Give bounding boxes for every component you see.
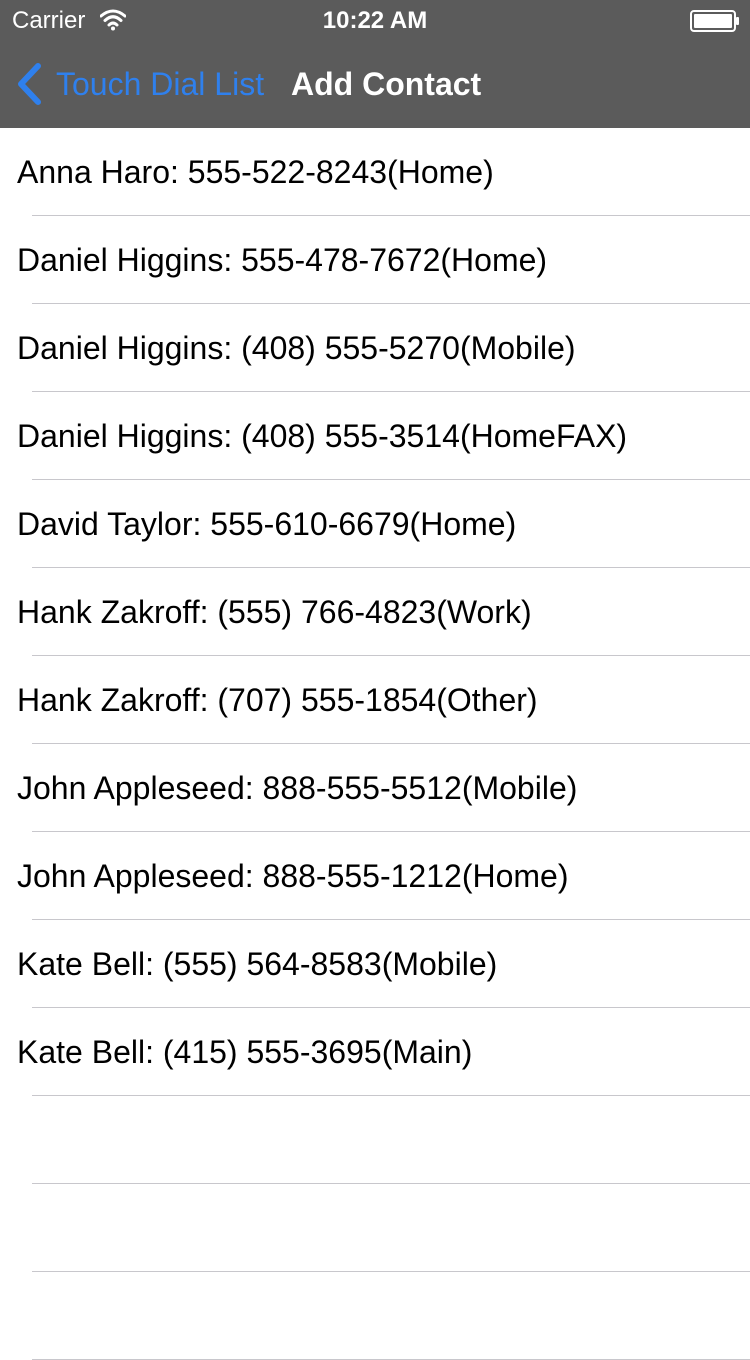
back-button[interactable]: Touch Dial List xyxy=(14,60,264,108)
contact-list: Anna Haro: 555-522-8243(Home) Daniel Hig… xyxy=(0,128,750,1360)
contact-row-label: Anna Haro: 555-522-8243(Home) xyxy=(17,154,494,190)
clock: 10:22 AM xyxy=(322,7,428,34)
contact-row[interactable]: Hank Zakroff: (707) 555-1854(Other) xyxy=(0,656,750,744)
contact-row-label: Kate Bell: (415) 555-3695(Main) xyxy=(17,1034,473,1070)
battery-icon xyxy=(690,10,739,32)
page-title: Add Contact xyxy=(291,66,482,102)
contact-row[interactable]: Anna Haro: 555-522-8243(Home) xyxy=(0,128,750,216)
contact-row-label: Daniel Higgins: (408) 555-5270(Mobile) xyxy=(17,330,576,366)
contact-row[interactable]: Kate Bell: (415) 555-3695(Main) xyxy=(0,1008,750,1096)
chevron-left-icon xyxy=(18,63,41,105)
contact-row-label: David Taylor: 555-610-6679(Home) xyxy=(17,506,517,542)
back-button-label: Touch Dial List xyxy=(56,66,265,102)
contact-row[interactable]: Kate Bell: (555) 564-8583(Mobile) xyxy=(0,920,750,1008)
contact-row[interactable]: Hank Zakroff: (555) 766-4823(Work) xyxy=(0,568,750,656)
empty-row xyxy=(0,1272,750,1360)
navigation-bar: Touch Dial List Add Contact xyxy=(0,40,750,128)
contact-row-label: Hank Zakroff: (707) 555-1854(Other) xyxy=(17,682,538,718)
contact-row[interactable]: John Appleseed: 888-555-1212(Home) xyxy=(0,832,750,920)
contact-row-label: Kate Bell: (555) 564-8583(Mobile) xyxy=(17,946,498,982)
status-bar: Carrier 10:22 AM xyxy=(0,0,750,40)
contact-row[interactable]: David Taylor: 555-610-6679(Home) xyxy=(0,480,750,568)
contact-row[interactable]: Daniel Higgins: 555-478-7672(Home) xyxy=(0,216,750,304)
contact-row-label: John Appleseed: 888-555-1212(Home) xyxy=(17,858,569,894)
contact-row[interactable]: Daniel Higgins: (408) 555-5270(Mobile) xyxy=(0,304,750,392)
contact-row-label: Daniel Higgins: 555-478-7672(Home) xyxy=(17,242,548,278)
top-bar: Carrier 10:22 AM Touch Dial List Add Con… xyxy=(0,0,750,128)
empty-row xyxy=(0,1096,750,1184)
contact-row-label: John Appleseed: 888-555-5512(Mobile) xyxy=(17,770,578,806)
contact-row-label: Hank Zakroff: (555) 766-4823(Work) xyxy=(17,594,532,630)
contact-row-label: Daniel Higgins: (408) 555-3514(HomeFAX) xyxy=(17,418,628,454)
empty-row xyxy=(0,1184,750,1272)
contact-row[interactable]: John Appleseed: 888-555-5512(Mobile) xyxy=(0,744,750,832)
contact-row[interactable]: Daniel Higgins: (408) 555-3514(HomeFAX) xyxy=(0,392,750,480)
